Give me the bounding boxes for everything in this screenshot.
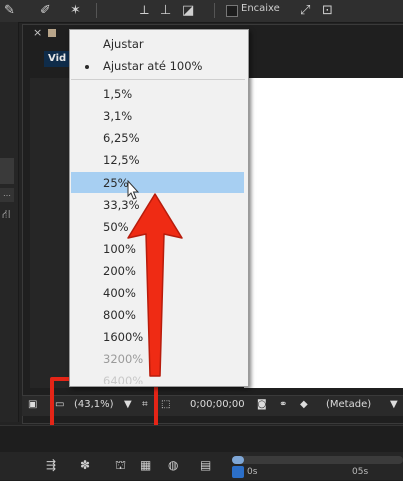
chart-icon[interactable]: ▤: [200, 458, 211, 472]
timeline-navigator[interactable]: [232, 456, 403, 464]
menu-divider: [71, 79, 245, 80]
close-icon[interactable]: ×: [33, 26, 42, 39]
region-of-interest-icon[interactable]: ⬚: [161, 397, 170, 413]
roto-brush-icon[interactable]: ✐: [40, 3, 51, 19]
composition-canvas[interactable]: [244, 78, 403, 388]
snap-target-icon[interactable]: ⊡: [322, 3, 333, 19]
color-channels-icon[interactable]: ◆: [300, 397, 308, 413]
red-arrow-annotation: [127, 193, 183, 377]
camera-icon[interactable]: ◙: [257, 397, 267, 413]
puppet-pin-icon[interactable]: ✶: [70, 3, 81, 19]
menu-item-ajustar-100[interactable]: Ajustar até 100%: [103, 57, 202, 75]
timecode[interactable]: 0;00;00;00: [190, 397, 245, 413]
eraser-icon[interactable]: ✎: [4, 3, 15, 19]
resolution-select[interactable]: (Metade): [326, 397, 371, 413]
link-icon[interactable]: ⚭: [279, 397, 287, 413]
current-time-indicator[interactable]: [232, 466, 244, 478]
timeline-mark-label: 05s: [352, 467, 369, 477]
menu-item-ajustar[interactable]: Ajustar: [103, 35, 144, 53]
always-preview-icon[interactable]: ▣: [28, 397, 37, 413]
menu-item-zoom[interactable]: 6,25%: [103, 129, 140, 147]
frame-blending-icon[interactable]: ⛫: [115, 458, 126, 474]
graph-editor-icon[interactable]: ▦: [140, 458, 151, 472]
menu-item-zoom[interactable]: 1,5%: [103, 85, 132, 103]
menu-item-zoom[interactable]: 12,5%: [103, 151, 140, 169]
top-toolbar: ✎ ✐ ✶ ⟂ ⊥ ◪ Encaixe ⤢ ⊡: [0, 0, 403, 23]
motion-blur-icon[interactable]: ⇶: [46, 458, 56, 472]
distribute-icon[interactable]: ⊥: [160, 3, 171, 19]
toolbar-divider: [214, 3, 215, 18]
toolbar-divider: [96, 3, 97, 18]
menu-item-zoom[interactable]: 3,1%: [103, 107, 132, 125]
draft-3d-icon[interactable]: ◍: [168, 458, 178, 472]
viewer-pasteboard: [30, 78, 70, 388]
left-panel-handle[interactable]: [0, 158, 14, 184]
panel-menu-icon[interactable]: …: [0, 188, 14, 202]
navigator-handle[interactable]: [232, 456, 244, 464]
expand-icon[interactable]: ⤢: [300, 3, 310, 19]
snapping-checkbox[interactable]: [226, 5, 238, 17]
panel-color-swatch: [48, 29, 56, 37]
timeline-start-label: 0s: [247, 467, 258, 477]
align-icon[interactable]: ⟂: [140, 3, 149, 19]
selected-bullet-icon: [85, 65, 89, 69]
snapping-label: Encaixe: [241, 3, 280, 14]
shy-layers-icon[interactable]: ✽: [80, 458, 90, 472]
hierarchy-icon[interactable]: ⛙: [2, 207, 10, 223]
chevron-down-icon[interactable]: ▼: [390, 397, 398, 413]
mask-icon[interactable]: ◪: [182, 3, 194, 19]
